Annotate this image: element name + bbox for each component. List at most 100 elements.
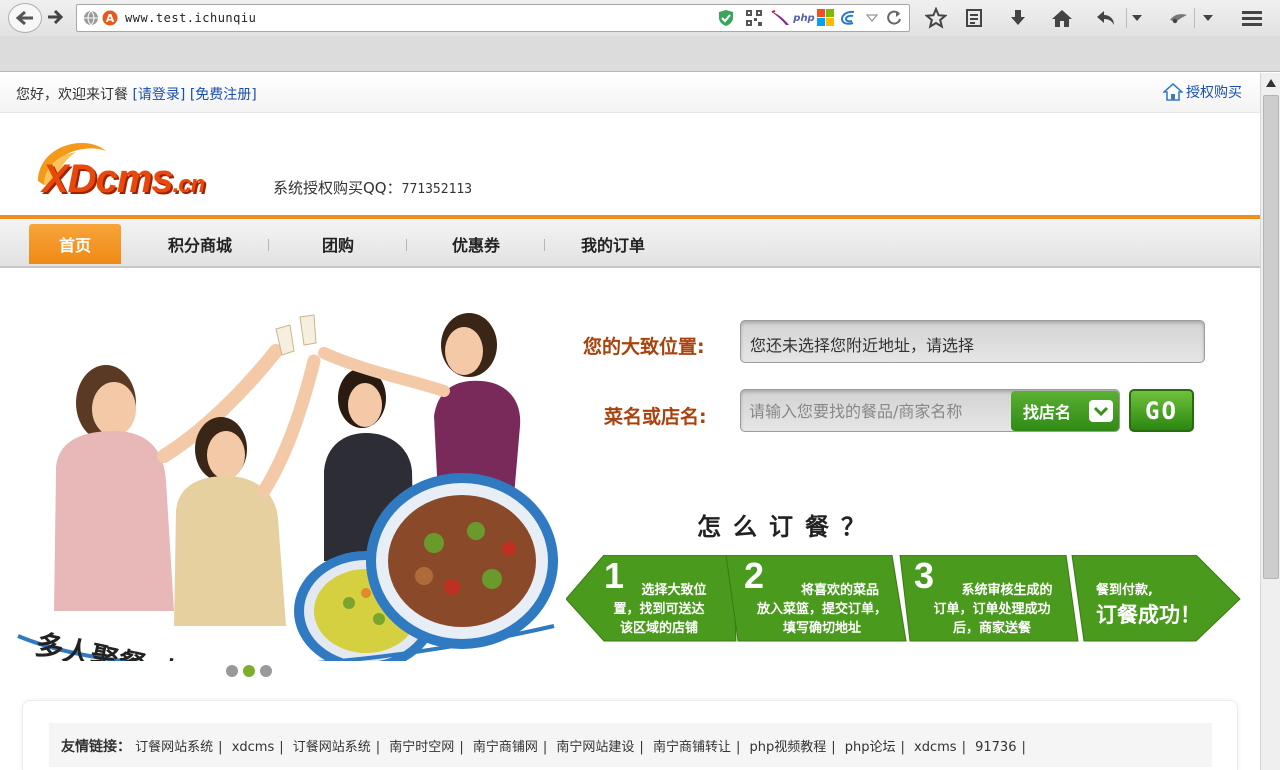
- carousel-dots: [226, 665, 272, 677]
- top-bar: 您好，欢迎来订餐 [请登录] [免费注册] 授权购买: [0, 73, 1260, 113]
- addon-menu-arrow-icon[interactable]: [1198, 6, 1218, 30]
- greeting-text: 您好，欢迎来订餐: [16, 87, 128, 103]
- carousel-dot-active[interactable]: [243, 665, 255, 677]
- download-icon[interactable]: [1006, 6, 1030, 30]
- promo-banner[interactable]: 多人聚餐 小炒更实惠: [14, 281, 560, 714]
- go-button[interactable]: GO: [1129, 389, 1194, 432]
- qq-number: 771352113: [401, 182, 473, 197]
- friend-link[interactable]: 南宁时空网: [389, 740, 454, 755]
- php-icon[interactable]: php: [793, 10, 815, 26]
- friend-link[interactable]: php视频教程: [749, 740, 826, 755]
- page-scrollbar[interactable]: [1260, 73, 1280, 770]
- step-1-text: 选择大致位 置，找到可送达 该区域的店铺: [600, 581, 718, 638]
- step-1-line: 置，找到可送达: [613, 602, 705, 617]
- forward-button[interactable]: [44, 6, 66, 28]
- link-separator: |: [735, 740, 741, 755]
- auth-buy-label: 授权购买: [1186, 85, 1242, 101]
- friend-link[interactable]: 南宁网站建设: [556, 740, 634, 755]
- nav-separator: [544, 239, 545, 251]
- shield-icon[interactable]: [717, 9, 735, 27]
- friend-links-title: 友情链接：: [61, 739, 131, 755]
- friend-link[interactable]: 南宁商铺网: [473, 740, 538, 755]
- find-shop-label: 找店名: [1023, 403, 1072, 422]
- step-3-line: 订单，订单处理成功: [933, 602, 1051, 617]
- forward-arrow-icon: [48, 10, 63, 24]
- fly-addon-icon[interactable]: [1166, 6, 1190, 30]
- dish-label: 菜名或店名:: [604, 406, 707, 428]
- main-nav: 首页 积分商城 团购 优惠券 我的订单: [0, 215, 1260, 268]
- location-value: 您还未选择您附近地址，请选择: [750, 336, 975, 355]
- globe-icon: [83, 10, 99, 26]
- scroll-up-arrow-icon[interactable]: [1263, 75, 1279, 91]
- reading-list-icon[interactable]: [962, 6, 986, 30]
- wave-icon[interactable]: [839, 9, 857, 27]
- friend-links-panel: 友情链接： 订餐网站系统 | xdcms | 订餐网站系统 | 南宁时空网 | 南宁商铺…: [49, 723, 1212, 767]
- find-shop-button[interactable]: 找店名: [1011, 391, 1119, 431]
- friend-link[interactable]: 订餐网站系统: [293, 740, 371, 755]
- browser-chrome: A www.test.ichunqiu php: [0, 0, 1280, 72]
- web-page: 您好，欢迎来订餐 [请登录] [免费注册] 授权购买 XDcms.cn 系统授权…: [0, 73, 1260, 770]
- hamburger-menu-icon[interactable]: [1240, 6, 1264, 30]
- back-button[interactable]: [8, 3, 42, 33]
- link-separator: |: [375, 740, 381, 755]
- banner-illustration: 多人聚餐 小炒更实惠: [17, 313, 558, 714]
- addon-a-icon: A: [102, 10, 118, 26]
- nav-separator: [268, 239, 269, 251]
- link-separator: |: [459, 740, 464, 755]
- login-link[interactable]: [请登录]: [132, 87, 185, 103]
- link-separator: |: [961, 740, 966, 755]
- dish-search-input[interactable]: [749, 400, 1009, 422]
- url-text: www.test.ichunqiu: [125, 11, 257, 25]
- link-separator: |: [542, 740, 548, 755]
- step-2-line: 将喜欢的菜品: [800, 583, 879, 598]
- link-separator: |: [218, 740, 223, 755]
- step-2-text: 将喜欢的菜品 放入菜篮，提交订单， 填写确切地址: [742, 581, 902, 638]
- url-bar[interactable]: A www.test.ichunqiu php: [76, 4, 910, 32]
- scrollbar-thumb[interactable]: [1263, 95, 1279, 579]
- friend-link[interactable]: xdcms: [914, 740, 957, 755]
- logo-suffix: .cn: [172, 171, 206, 198]
- qr-code-icon[interactable]: [745, 9, 763, 27]
- chevron-down-icon: [1089, 400, 1113, 422]
- how-to-order-title: 怎么订餐？: [697, 513, 877, 541]
- step-4-highlight: 订餐成功！: [1096, 603, 1201, 627]
- carousel-dot[interactable]: [260, 665, 272, 677]
- friend-link[interactable]: php论坛: [845, 740, 896, 755]
- friend-link[interactable]: 91736: [975, 740, 1016, 755]
- nav-points-mall[interactable]: 积分商城: [150, 224, 250, 264]
- qq-purchase-line: 系统授权购买QQ：771352113: [273, 177, 472, 198]
- link-separator: |: [900, 740, 905, 755]
- banner-slogan: 多人聚餐 小炒更实惠: [33, 628, 296, 661]
- home-icon[interactable]: [1050, 6, 1074, 30]
- register-link[interactable]: [免费注册]: [190, 87, 257, 103]
- undo-icon[interactable]: [1094, 6, 1118, 30]
- nav-coupons[interactable]: 优惠券: [432, 224, 520, 264]
- toolbar-separator: [1126, 8, 1127, 28]
- reload-icon[interactable]: [885, 9, 903, 27]
- dropdown-arrow-icon[interactable]: [865, 12, 879, 24]
- friend-link[interactable]: 订餐网站系统: [135, 740, 213, 755]
- auth-buy-link[interactable]: 授权购买: [1163, 82, 1242, 102]
- carousel-dot[interactable]: [226, 665, 238, 677]
- welcome-text: 您好，欢迎来订餐 [请登录] [免费注册]: [16, 84, 257, 104]
- svg-text:A: A: [106, 12, 115, 25]
- windows-logo-icon[interactable]: [817, 9, 835, 27]
- link-separator: |: [639, 740, 644, 755]
- nav-group-buy[interactable]: 团购: [298, 224, 378, 264]
- friend-link[interactable]: xdcms: [232, 740, 275, 755]
- undo-menu-arrow-icon[interactable]: [1128, 6, 1146, 30]
- step-1-line: 该区域的店铺: [619, 621, 698, 636]
- location-label: 您的大致位置:: [583, 336, 705, 358]
- back-arrow-icon: [16, 10, 33, 26]
- step-2-line: 放入菜篮，提交订单，: [756, 602, 887, 617]
- step-3-text: 系统审核生成的 订单，订单处理成功 后，商家送餐: [914, 581, 1070, 638]
- nav-my-orders[interactable]: 我的订单: [566, 224, 660, 264]
- location-selector[interactable]: 您还未选择您附近地址，请选择: [740, 320, 1205, 363]
- bookmark-star-icon[interactable]: [924, 6, 948, 30]
- nav-home[interactable]: 首页: [29, 224, 121, 264]
- site-logo[interactable]: XDcms.cn: [30, 137, 230, 201]
- friend-link[interactable]: 南宁商铺转让: [653, 740, 731, 755]
- link-separator: |: [279, 740, 284, 755]
- step-3-line: 后，商家送餐: [952, 621, 1031, 636]
- feather-icon[interactable]: [771, 9, 791, 27]
